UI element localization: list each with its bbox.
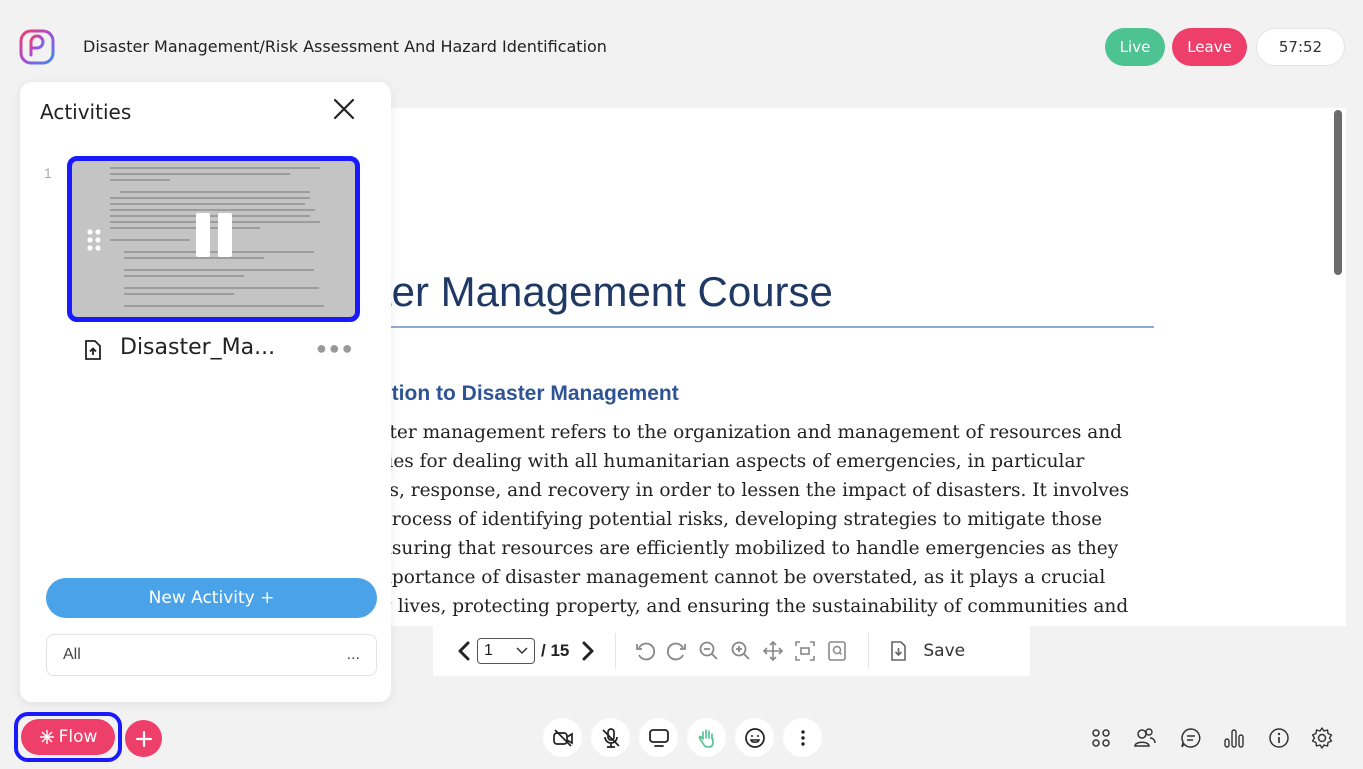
sparkle-icon xyxy=(39,730,54,744)
document-line: g lives, protecting property, and ensuri… xyxy=(380,596,1129,617)
screen-share-button[interactable] xyxy=(639,718,678,757)
camera-toggle-button[interactable] xyxy=(543,718,582,757)
grid-icon[interactable] xyxy=(1087,724,1115,752)
next-page-icon[interactable] xyxy=(575,638,601,664)
toolbar-divider xyxy=(615,633,617,669)
panel-title: Activities xyxy=(40,100,132,124)
raise-hand-icon xyxy=(698,728,714,748)
info-icon[interactable] xyxy=(1265,724,1293,752)
file-upload-icon xyxy=(82,339,104,361)
pause-icon xyxy=(218,213,232,257)
activity-index: 1 xyxy=(44,165,52,181)
flow-button[interactable]: Flow xyxy=(14,712,122,762)
zoom-in-icon[interactable] xyxy=(726,636,756,666)
app-logo xyxy=(18,28,56,66)
camera-off-icon xyxy=(552,728,573,747)
move-icon[interactable] xyxy=(758,636,788,666)
fit-page-icon[interactable] xyxy=(790,636,820,666)
plus-icon xyxy=(135,730,152,747)
document-line: ties for dealing with all humanitarian a… xyxy=(380,451,1085,472)
chat-icon[interactable] xyxy=(1177,724,1205,752)
filter-more-icon[interactable]: ... xyxy=(347,646,360,664)
filter-value: All xyxy=(63,646,81,663)
close-icon[interactable] xyxy=(330,95,358,123)
flow-pill: Flow xyxy=(21,719,115,755)
course-title: Disaster Management/Risk Assessment And … xyxy=(83,37,607,56)
session-timer: 57:52 xyxy=(1256,28,1345,66)
live-badge[interactable]: Live xyxy=(1105,28,1165,66)
document-heading: ter Management Course xyxy=(380,268,833,315)
poll-icon[interactable] xyxy=(1220,724,1248,752)
document-viewer[interactable]: ter Management Course ction to Disaster … xyxy=(280,108,1346,626)
add-button[interactable] xyxy=(125,720,162,757)
save-button[interactable]: Save xyxy=(923,641,965,661)
current-page: 1 xyxy=(484,642,493,659)
activities-panel: Activities 1 Disaster_Ma... ●●● New Acti… xyxy=(20,82,391,702)
more-options-icon[interactable]: ●●● xyxy=(316,338,355,359)
activity-filter-select[interactable]: All ... xyxy=(46,634,377,676)
toolbar-divider xyxy=(868,633,870,669)
chevron-down-icon xyxy=(516,647,528,655)
new-activity-button[interactable]: New Activity + xyxy=(46,578,377,618)
prev-page-icon[interactable] xyxy=(451,638,477,664)
reactions-button[interactable] xyxy=(735,718,774,757)
page-select[interactable]: 1 xyxy=(477,638,535,664)
mic-off-icon xyxy=(601,727,620,748)
flow-label: Flow xyxy=(58,727,98,747)
leave-button[interactable]: Leave xyxy=(1172,28,1247,66)
emoji-icon xyxy=(744,727,765,748)
more-controls-button[interactable] xyxy=(783,718,822,757)
viewer-scrollbar[interactable] xyxy=(1334,110,1342,275)
screen-share-icon xyxy=(648,728,669,747)
document-line: ss, response, and recovery in order to l… xyxy=(380,480,1130,501)
rotate-right-icon[interactable] xyxy=(662,636,692,666)
more-vertical-icon xyxy=(800,729,805,746)
raise-hand-button[interactable] xyxy=(687,718,726,757)
mic-toggle-button[interactable] xyxy=(591,718,630,757)
heading-divider xyxy=(380,326,1154,328)
document-line: nsuring that resources are efficiently m… xyxy=(380,538,1119,559)
document-subheading: ction to Disaster Management xyxy=(380,382,679,405)
pause-icon xyxy=(196,213,210,257)
drag-handle-icon[interactable] xyxy=(84,227,104,253)
download-icon[interactable] xyxy=(883,636,913,666)
document-line: process of identifying potential risks, … xyxy=(380,509,1103,530)
document-toolbar: 1 / 15 Save xyxy=(433,626,1030,676)
search-document-icon[interactable] xyxy=(822,636,852,666)
participants-icon[interactable] xyxy=(1131,724,1159,752)
document-line: nportance of disaster management cannot … xyxy=(380,567,1106,588)
activity-file-name[interactable]: Disaster_Ma... xyxy=(120,335,275,360)
activity-thumbnail[interactable] xyxy=(67,156,360,322)
rotate-left-icon[interactable] xyxy=(630,636,660,666)
zoom-out-icon[interactable] xyxy=(694,636,724,666)
settings-icon[interactable] xyxy=(1308,724,1336,752)
document-line: ster management refers to the organizati… xyxy=(380,422,1123,443)
page-total: / 15 xyxy=(541,641,570,660)
